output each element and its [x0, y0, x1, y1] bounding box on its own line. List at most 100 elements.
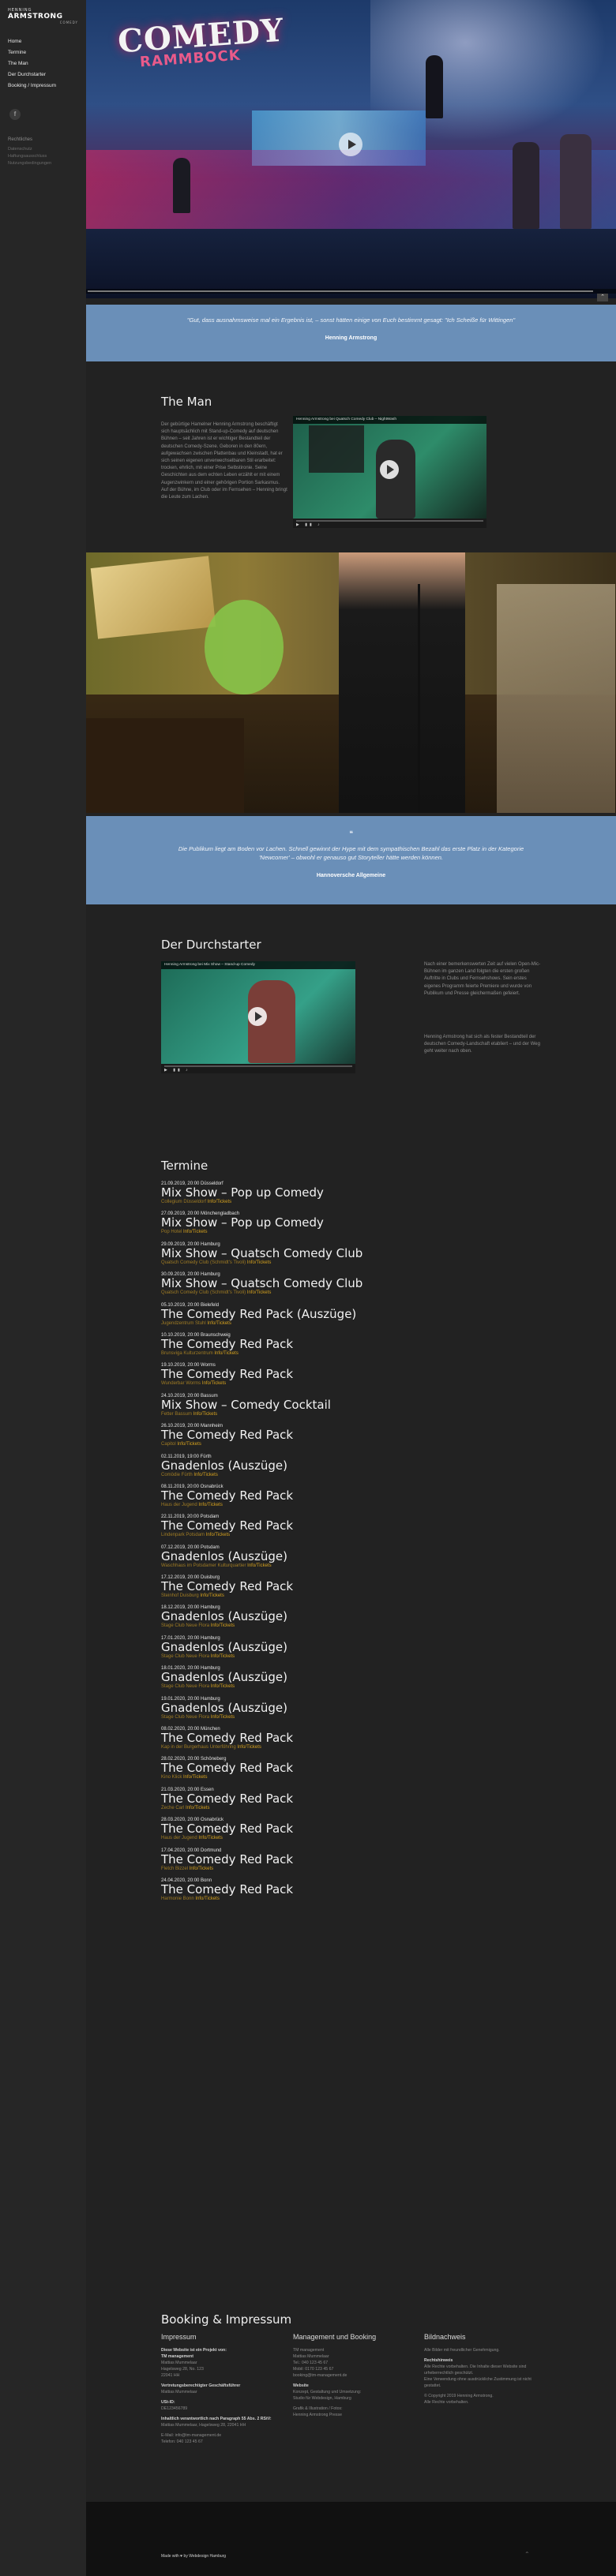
footer-line: Diese Website ist ein Projekt von: [161, 2348, 227, 2353]
play-icon[interactable] [380, 460, 399, 479]
footer-line: Eine Verwendung ohne ausdrückliche Zusti… [424, 2377, 531, 2388]
event-venue-name: Zeche Carl [161, 1805, 185, 1810]
footer-line: Telefon: 040 123 45 67 [161, 2439, 203, 2444]
nav-item-booking[interactable]: Booking / Impressum [8, 83, 78, 88]
facebook-icon[interactable]: f [9, 109, 21, 120]
event-title: The Comedy Red Pack [161, 1579, 294, 1594]
event-info-tickets-link[interactable]: Info/Tickets [247, 1260, 271, 1265]
nav-item-the-man[interactable]: The Man [8, 61, 78, 66]
event-title: The Comedy Red Pack (Auszüge) [161, 1306, 357, 1321]
site-logo[interactable]: HENNING ARMSTRONG COMEDY [8, 8, 78, 24]
event-info-tickets-link[interactable]: Info/Tickets [247, 1563, 271, 1568]
event-title: Mix Show – Quatsch Comedy Club [161, 1276, 363, 1291]
scroll-up-icon[interactable]: ⌃ [597, 294, 608, 301]
video-controls[interactable]: ▶ ▮▮ ♪ [161, 1064, 355, 1073]
section-title-booking: Booking & Impressum [161, 2312, 292, 2327]
footer-line: Rechtshinweis [424, 2358, 453, 2363]
event-info-tickets-link[interactable]: Info/Tickets [186, 1806, 209, 1810]
event-info-tickets-link[interactable]: Info/Tickets [198, 1503, 222, 1507]
nav-item-termine[interactable]: Termine [8, 50, 78, 55]
event-info-tickets-link[interactable]: Info/Tickets [214, 1351, 238, 1356]
event-title: The Comedy Red Pack [161, 1367, 294, 1382]
photo-sign-popup [90, 556, 216, 639]
event-info-tickets-link[interactable]: Info/Tickets [177, 1442, 201, 1447]
nav-item-home[interactable]: Home [8, 39, 78, 44]
event-info-tickets-link[interactable]: Info/Tickets [211, 1684, 235, 1689]
photo-performer [339, 552, 465, 813]
event-venue-name: Jugendzentrum Stuhl [161, 1320, 206, 1326]
event-venue: Brunsviga Kulturzentrum Info/Tickets [161, 1351, 414, 1356]
event-title: Mix Show – Quatsch Comedy Club [161, 1245, 363, 1260]
event-venue-name: Quatsch Comedy Club (Schmidt's Tivoli) [161, 1260, 246, 1265]
video-backdrop [309, 425, 364, 473]
section-title-termine: Termine [161, 1159, 208, 1173]
main-content: COMEDY RAMMBOCK ⌃ "Gut, dass ausnahmswei… [86, 0, 616, 2576]
stage-person [173, 158, 190, 213]
play-icon[interactable] [339, 133, 362, 156]
event-item: 19.01.2020, 20:00 Hamburg Gnadenlos (Ausz… [161, 1697, 414, 1720]
event-title: Gnadenlos (Auszüge) [161, 1670, 287, 1685]
event-info-tickets-link[interactable]: Info/Tickets [202, 1381, 226, 1386]
event-item: 24.10.2019, 20:00 Bassum Mix Show – Comed… [161, 1394, 414, 1417]
event-info-tickets-link[interactable]: Info/Tickets [183, 1230, 207, 1234]
controls-icon[interactable]: ▶ ▮▮ ♪ [296, 522, 322, 527]
event-venue: Comödie Fürth Info/Tickets [161, 1473, 414, 1477]
event-venue-name: Harmonie Bonn [161, 1896, 194, 1901]
events-list: 21.09.2019, 20:00 Düsseldorf Mix Show – P… [161, 1181, 414, 1908]
event-venue-name: Capitol [161, 1442, 176, 1447]
footer-line: Alle Rechte vorbehalten. [424, 2400, 469, 2405]
event-info-tickets-link[interactable]: Info/Tickets [247, 1290, 271, 1295]
nav-item-durchstarter[interactable]: Der Durchstarter [8, 72, 78, 77]
event-info-tickets-link[interactable]: Info/Tickets [195, 1896, 219, 1901]
event-item: 29.09.2019, 20:00 Hamburg Mix Show – Quat… [161, 1242, 414, 1265]
hero-video-progress[interactable] [86, 289, 616, 294]
event-info-tickets-link[interactable]: Info/Tickets [208, 1200, 231, 1204]
legal-link-datenschutz[interactable]: Datenschutz [8, 147, 78, 152]
event-title: Gnadenlos (Auszüge) [161, 1700, 287, 1715]
stage-person [560, 134, 592, 229]
controls-icon[interactable]: ▶ ▮▮ ♪ [164, 1068, 190, 1073]
event-info-tickets-link[interactable]: Info/Tickets [211, 1715, 235, 1720]
photo-furniture [86, 718, 244, 813]
stage-person [426, 55, 443, 118]
event-info-tickets-link[interactable]: Info/Tickets [211, 1623, 235, 1628]
event-venue-name: Quatsch Comedy Club (Schmidt's Tivoli) [161, 1290, 246, 1296]
stage-floor [86, 229, 616, 298]
page-footer: Made with ♥ by Webdesign Hamburg ⌃ [86, 2502, 616, 2576]
video-title: Henning Armstrong bei Quatsch Comedy Clu… [293, 416, 486, 424]
event-info-tickets-link[interactable]: Info/Tickets [200, 1593, 223, 1598]
logo-line-3: COMEDY [59, 21, 78, 24]
legal-link-nutzung[interactable]: Nutzungsbedingungen [8, 161, 78, 166]
event-info-tickets-link[interactable]: Info/Tickets [193, 1412, 217, 1417]
footer-line: © Copyright 2019 Henning Armstrong. [424, 2394, 494, 2398]
event-venue-name: Fetter Bassum [161, 1411, 193, 1417]
video-player-durchstarter[interactable]: Henning Armstrong bei Mix Show – Stand-u… [161, 961, 355, 1073]
event-info-tickets-link[interactable]: Info/Tickets [211, 1654, 235, 1659]
event-info-tickets-link[interactable]: Info/Tickets [207, 1321, 231, 1326]
event-info-tickets-link[interactable]: Info/Tickets [206, 1533, 230, 1537]
event-item: 21.03.2020, 20:00 Essen The Comedy Red Pa… [161, 1788, 414, 1810]
video-player-the-man[interactable]: Henning Armstrong bei Quatsch Comedy Clu… [293, 416, 486, 528]
event-info-tickets-link[interactable]: Info/Tickets [183, 1775, 207, 1780]
footer-col-heading: Impressum [161, 2333, 197, 2341]
scroll-up-icon[interactable]: ⌃ [524, 2551, 534, 2560]
event-info-tickets-link[interactable]: Info/Tickets [193, 1473, 217, 1477]
event-item: 05.10.2019, 20:00 Bielefeld The Comedy Re… [161, 1303, 414, 1326]
footer-line: E-Mail: info@tm-management.de [161, 2433, 222, 2438]
event-venue: Kino Klick Info/Tickets [161, 1775, 414, 1780]
event-item: 17.01.2020, 20:00 Hamburg Gnadenlos (Ausz… [161, 1636, 414, 1659]
event-title: The Comedy Red Pack [161, 1488, 294, 1503]
event-info-tickets-link[interactable]: Info/Tickets [198, 1836, 222, 1840]
event-venue-name: Pop Hotel [161, 1230, 182, 1235]
event-info-tickets-link[interactable]: Info/Tickets [237, 1745, 261, 1750]
play-icon[interactable] [248, 1007, 267, 1026]
event-item: 27.09.2019, 20:00 Mönchengladbach Mix Sho… [161, 1211, 414, 1234]
video-controls[interactable]: ▶ ▮▮ ♪ [293, 519, 486, 528]
event-venue-name: Lindenpark Potsdam [161, 1533, 205, 1538]
hero-video[interactable]: COMEDY RAMMBOCK [86, 0, 616, 298]
event-info-tickets-link[interactable]: Info/Tickets [190, 1866, 213, 1871]
event-title: The Comedy Red Pack [161, 1791, 294, 1806]
event-venue: Harmonie Bonn Info/Tickets [161, 1896, 414, 1901]
footer-line: Hagelsweg 28, No. 123 [161, 2367, 204, 2372]
legal-link-haftung[interactable]: Haftungsausschluss [8, 154, 78, 159]
